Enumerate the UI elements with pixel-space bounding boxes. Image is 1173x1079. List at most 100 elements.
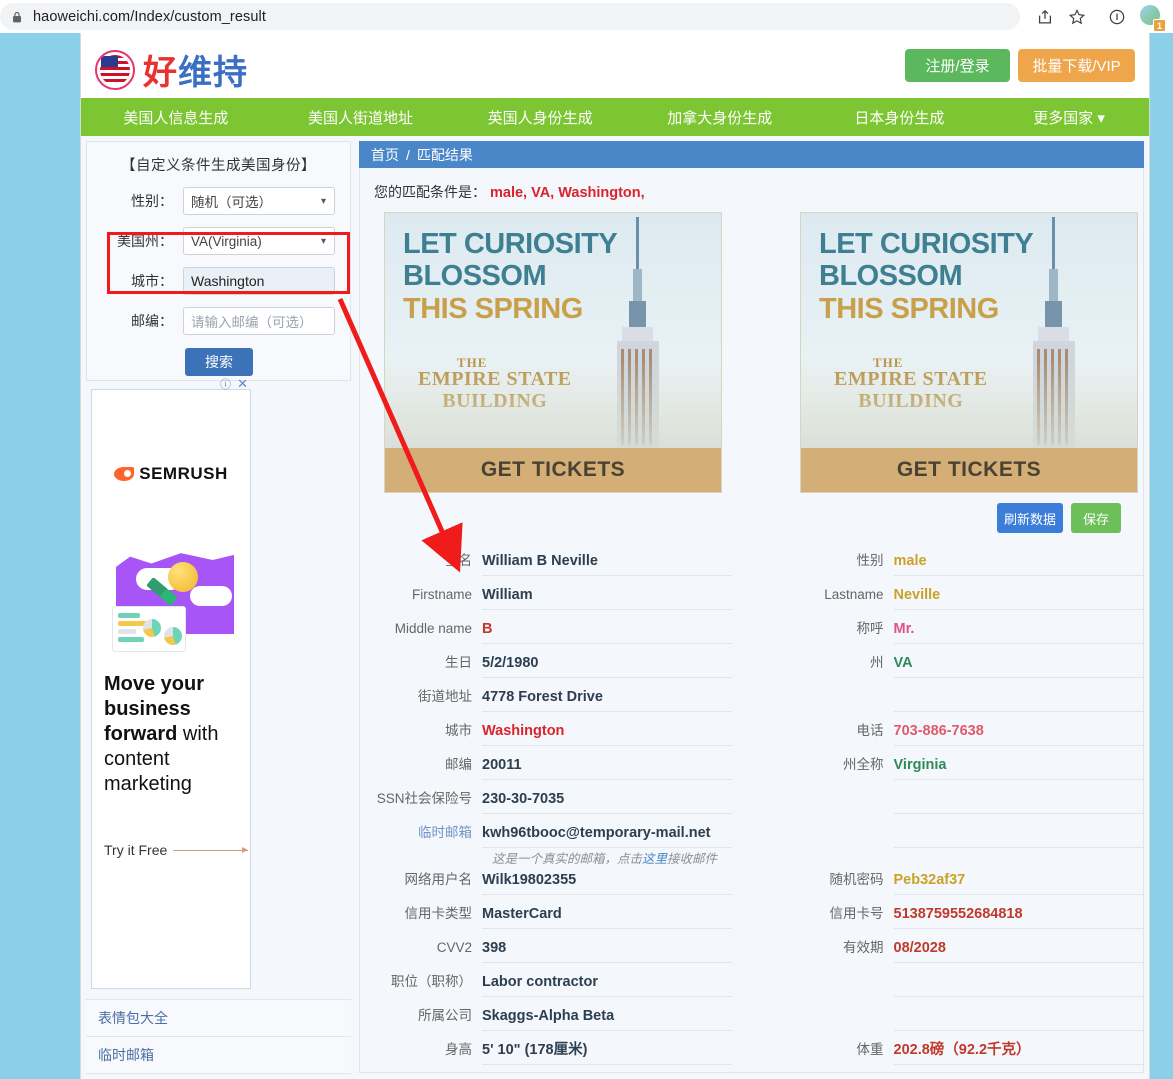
detail-value[interactable]: 202.8磅（92.2千克） — [893, 1037, 1143, 1065]
detail-value[interactable]: 703-886-7638 — [893, 718, 1143, 746]
detail-value[interactable]: 5' 10" (178厘米) — [482, 1037, 732, 1065]
ad-banner[interactable]: ⓘ ✕ SEMRUSH Move your business forward w… — [91, 376, 251, 989]
detail-value[interactable]: William — [482, 582, 732, 610]
logo-text-part2: 维持 — [178, 54, 248, 92]
filter-row-zip: 邮编： 请输入邮编（可选） — [87, 307, 350, 335]
detail-value[interactable]: Peb32af37 — [893, 867, 1143, 895]
detail-row: 网络用户名 Wilk19802355 随机密码 Peb32af37 — [360, 867, 1143, 901]
detail-value[interactable]: Virginia — [893, 752, 1143, 780]
zip-input[interactable]: 请输入邮编（可选） — [183, 307, 335, 335]
detail-value[interactable]: Washington — [482, 718, 732, 746]
semrush-mark-icon — [114, 467, 135, 481]
detail-cell-right: 随机密码 Peb32af37 — [772, 867, 1143, 895]
ad-cta[interactable]: Try it Free — [104, 842, 250, 858]
state-select[interactable]: VA(Virginia) ▾ — [183, 227, 335, 255]
detail-value[interactable] — [893, 684, 1143, 712]
detail-label: Middle name — [394, 621, 472, 636]
detail-row: 城市 Washington 电话 703-886-7638 — [360, 718, 1143, 752]
side-link-temp-mail[interactable]: 临时邮箱 — [86, 1037, 351, 1074]
detail-value[interactable]: Wilk19802355 — [482, 867, 732, 895]
detail-value[interactable] — [893, 969, 1143, 997]
detail-value[interactable]: 230-30-7035 — [482, 786, 732, 814]
result-column: 首页 / 匹配结果 您的匹配条件是： male, VA, Washington, … — [359, 141, 1144, 1079]
breadcrumb-separator: / — [406, 146, 410, 163]
detail-label: 职位（职称） — [391, 974, 472, 989]
detail-value[interactable]: kwh96tbooc@temporary-mail.net — [482, 820, 732, 848]
url-text: haoweichi.com/Index/custom_result — [33, 8, 266, 25]
search-button[interactable]: 搜索 — [185, 348, 253, 376]
register-login-button[interactable]: 注册/登录 — [905, 49, 1010, 82]
star-icon[interactable] — [1066, 6, 1088, 28]
empire-state-ad-1[interactable]: LET CURIOSITY THIS SPRING BLOSSOM THE EM… — [384, 212, 722, 493]
detail-cell-left: 网络用户名 Wilk19802355 — [360, 867, 732, 895]
address-bar[interactable]: haoweichi.com/Index/custom_result — [0, 3, 1020, 30]
detail-value[interactable]: 5/2/1980 — [482, 650, 732, 678]
detail-row: 街道地址 4778 Forest Drive — [360, 684, 1143, 718]
detail-value[interactable]: Neville — [893, 582, 1143, 610]
banner-cta[interactable]: GET TICKETS — [385, 448, 721, 492]
batch-download-vip-button[interactable]: 批量下载/VIP — [1018, 49, 1135, 82]
city-input-value: Washington — [191, 273, 265, 289]
detail-value[interactable]: B — [482, 616, 732, 644]
detail-value[interactable]: William B Neville — [482, 548, 732, 576]
empire-state-ad-2[interactable]: LET CURIOSITY THIS SPRING BLOSSOM THE EM… — [800, 212, 1138, 493]
detail-label: 身高 — [445, 1042, 472, 1057]
ad-close-icon[interactable]: ✕ — [237, 376, 248, 391]
ad-info-icon[interactable]: ⓘ — [220, 379, 231, 391]
detail-value[interactable]: VA — [893, 650, 1143, 678]
detail-value[interactable]: Mr. — [893, 616, 1143, 644]
detail-cell-left: 生日 5/2/1980 — [360, 650, 732, 678]
ad-controls[interactable]: ⓘ ✕ — [220, 376, 248, 392]
nav-item-japan-identity[interactable]: 日本身份生成 — [810, 107, 990, 128]
detail-label: 信用卡类型 — [404, 906, 473, 921]
detail-value[interactable]: Skaggs-Alpha Beta — [482, 1003, 732, 1031]
nav-item-uk-identity[interactable]: 英国人身份生成 — [450, 107, 630, 128]
detail-cell-right — [772, 969, 1143, 997]
action-buttons: 刷新数据 保存 — [997, 503, 1121, 533]
nav-item-us-info[interactable]: 美国人信息生成 — [81, 107, 271, 128]
detail-value[interactable]: MasterCard — [482, 901, 732, 929]
nav-item-us-street[interactable]: 美国人街道地址 — [271, 107, 451, 128]
refresh-data-button[interactable]: 刷新数据 — [997, 503, 1063, 533]
gender-select[interactable]: 随机（可选） ▾ — [183, 187, 335, 215]
save-button[interactable]: 保存 — [1071, 503, 1121, 533]
detail-value[interactable]: 08/2028 — [893, 935, 1143, 963]
share-icon[interactable] — [1034, 6, 1056, 28]
detail-value[interactable]: 5138759552684818 — [893, 901, 1143, 929]
nav-item-more-countries[interactable]: 更多国家 ▾ — [989, 107, 1149, 128]
detail-cell-left: CVV2 398 — [360, 935, 732, 963]
detail-value[interactable]: male — [893, 548, 1143, 576]
banner-cta[interactable]: GET TICKETS — [801, 448, 1137, 492]
detail-cell-left: 邮编 20011 — [360, 752, 732, 780]
detail-cell-left: 街道地址 4778 Forest Drive — [360, 684, 732, 712]
detail-value[interactable]: 4778 Forest Drive — [482, 684, 732, 712]
detail-cell-left: 身高 5' 10" (178厘米) — [360, 1037, 732, 1065]
detail-label: 信用卡号 — [829, 906, 884, 921]
detail-label: 网络用户名 — [404, 872, 473, 887]
info-circle-icon[interactable] — [1106, 6, 1128, 28]
site-logo[interactable]: 好维持 — [95, 45, 248, 94]
logo-text-part1: 好 — [143, 54, 178, 92]
detail-cell-left: 城市 Washington — [360, 718, 732, 746]
state-label: 美国州： — [117, 233, 173, 249]
detail-value[interactable]: 398 — [482, 935, 732, 963]
detail-row: 身高 5' 10" (178厘米) 体重 202.8磅（92.2千克） — [360, 1037, 1143, 1071]
detail-value[interactable]: Labor contractor — [482, 969, 732, 997]
detail-label: 称呼 — [856, 621, 884, 636]
side-link-emoji[interactable]: 表情包大全 — [86, 1000, 351, 1037]
banner-line2: BLOSSOM — [819, 260, 963, 292]
detail-value[interactable]: 20011 — [482, 752, 732, 780]
avatar[interactable]: 1 — [1140, 5, 1166, 32]
zip-input-placeholder: 请输入邮编（可选） — [191, 315, 313, 330]
detail-label[interactable]: 临时邮箱 — [360, 820, 482, 846]
breadcrumb-home[interactable]: 首页 — [371, 145, 399, 165]
detail-label: 邮编 — [445, 757, 472, 772]
detail-value[interactable] — [893, 1003, 1143, 1031]
receive-mail-link[interactable]: 这里 — [642, 852, 667, 866]
detail-value[interactable] — [893, 786, 1143, 814]
detail-label: 全名 — [445, 553, 472, 568]
city-input[interactable]: Washington — [183, 267, 335, 295]
nav-item-canada-identity[interactable]: 加拿大身份生成 — [630, 107, 810, 128]
detail-value[interactable] — [893, 820, 1143, 848]
detail-row: 职位（职称） Labor contractor — [360, 969, 1143, 1003]
